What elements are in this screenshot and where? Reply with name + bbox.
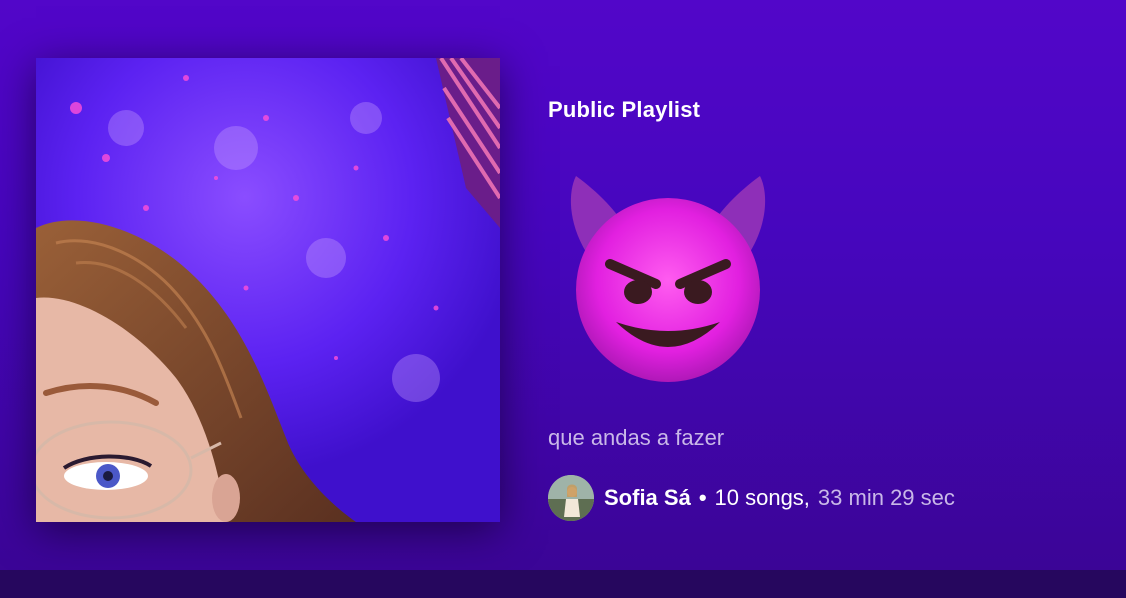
owner-name-link[interactable]: Sofia Sá	[604, 485, 691, 511]
playlist-duration: 33 min 29 sec	[817, 485, 955, 510]
playlist-type-label: Public Playlist	[548, 97, 701, 122]
cover-photo	[36, 58, 500, 522]
playlist-meta: Sofia Sá • 10 songs, 33 min 29 sec	[548, 474, 955, 522]
smiling-devil-emoji-icon	[570, 176, 766, 382]
avatar-photo-icon	[548, 475, 594, 521]
playlist-info: Public Playlist que andas a fazer Sofia …	[548, 96, 1108, 521]
playlist-description: que andas a fazer	[548, 425, 725, 450]
action-bar-background	[0, 570, 1126, 598]
meta-separator: •	[698, 485, 707, 510]
song-count: 10 songs,	[714, 485, 810, 510]
playlist-header: Public Playlist que andas a fazer Sofia …	[0, 0, 1126, 570]
playlist-cover-image[interactable]	[36, 58, 500, 522]
owner-avatar[interactable]	[548, 475, 594, 521]
